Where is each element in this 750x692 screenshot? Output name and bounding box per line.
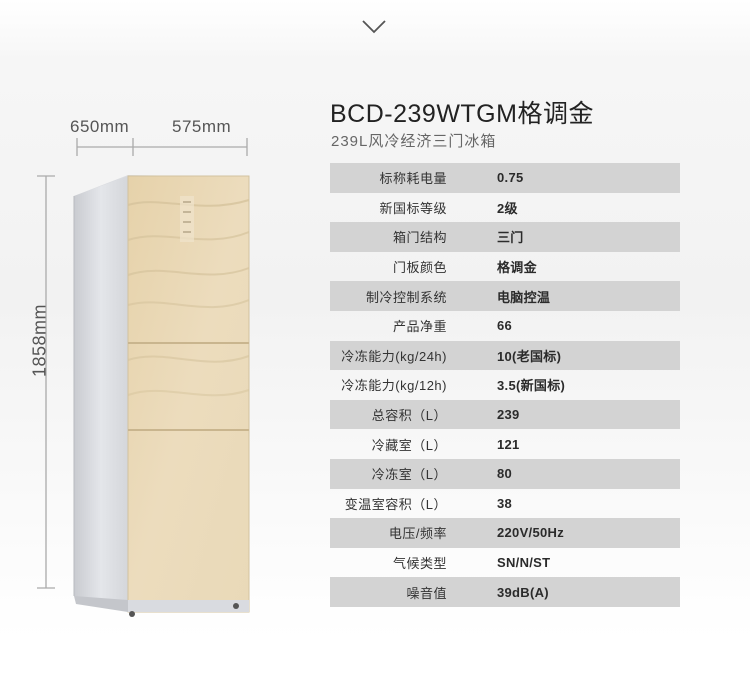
spec-value: 80	[497, 466, 513, 482]
product-subtitle: 239L风冷经济三门冰箱	[331, 133, 497, 150]
spec-row: 标称耗电量 0.75	[330, 163, 680, 193]
spec-row: 噪音值 39dB(A)	[330, 577, 680, 607]
spec-row: 冷冻能力(kg/24h) 10(老国标)	[330, 340, 680, 371]
spec-label: 电压/频率	[388, 526, 447, 542]
spec-row: 电压/频率 220V/50Hz	[330, 518, 680, 548]
spec-value: 格调金	[497, 260, 537, 276]
spec-value: 三门	[497, 230, 524, 246]
product-spec-page: 650mm 575mm 1858mm BCD-239WTGM格调金 239L风冷…	[0, 0, 750, 692]
spec-label: 总容积（L）	[371, 408, 447, 424]
spec-row: 冷藏室（L） 121	[330, 429, 680, 459]
spec-label: 门板颜色	[392, 260, 447, 276]
product-title: BCD-239WTGM格调金	[330, 100, 594, 128]
spec-row: 冷冻能力(kg/12h) 3.5(新国标)	[330, 370, 680, 400]
spec-row: 变温室容积（L） 38	[330, 489, 680, 519]
spec-value: 3.5(新国标)	[497, 378, 566, 394]
spec-row: 总容积（L） 239	[330, 399, 680, 430]
spec-row: 门板颜色 格调金	[330, 252, 680, 282]
spec-label: 气候类型	[392, 556, 447, 572]
spec-value: 0.75	[497, 170, 524, 186]
spec-row: 新国标等级 2级	[330, 193, 680, 223]
spec-label: 噪音值	[406, 585, 447, 601]
spec-label: 变温室容积（L）	[344, 496, 447, 512]
spec-row: 气候类型 SN/N/ST	[330, 548, 680, 578]
spec-label: 标称耗电量	[379, 171, 447, 187]
spec-row: 制冷控制系统 电脑控温	[330, 281, 680, 311]
spec-row: 箱门结构 三门	[330, 222, 680, 252]
spec-value: 39dB(A)	[497, 584, 549, 600]
spec-value: 10(老国标)	[497, 348, 562, 364]
spec-label: 箱门结构	[392, 230, 447, 246]
spec-value: 121	[497, 436, 520, 452]
spec-label: 新国标等级	[379, 200, 447, 216]
spec-label: 冷藏室（L）	[371, 437, 447, 453]
spec-value: 2级	[497, 200, 518, 216]
spec-label: 产品净重	[392, 319, 447, 335]
spec-value: 38	[497, 495, 513, 511]
spec-value: 239	[497, 407, 520, 423]
spec-value: 66	[497, 318, 513, 334]
spec-label: 制冷控制系统	[365, 289, 447, 305]
spec-value: SN/N/ST	[497, 555, 551, 571]
spec-value: 220V/50Hz	[497, 525, 565, 541]
spec-label: 冷冻室（L）	[371, 467, 447, 483]
spec-table: 标称耗电量 0.75 新国标等级 2级 箱门结构 三门 门板颜色 格调金 制冷控…	[330, 163, 680, 607]
spec-row: 产品净重 66	[330, 311, 680, 341]
spec-label: 冷冻能力(kg/12h)	[341, 378, 447, 394]
spec-value: 电脑控温	[497, 289, 551, 305]
spec-label: 冷冻能力(kg/24h)	[341, 348, 447, 364]
spec-row: 冷冻室（L） 80	[330, 458, 680, 489]
